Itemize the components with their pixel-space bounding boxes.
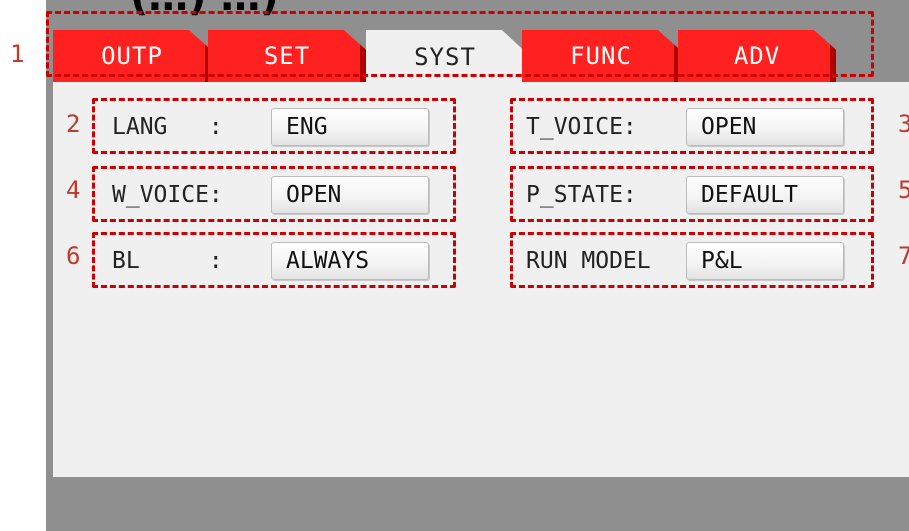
callout-number-3: 3 [898,110,909,138]
callout-box-1 [46,11,874,77]
setting-backlight: BL : [112,241,223,281]
backlight-value-button[interactable]: ALWAYS [271,242,429,280]
run-model-value-button[interactable]: P&L [686,242,844,280]
language-value-button[interactable]: ENG [271,108,429,146]
callout-number-4: 4 [66,176,81,204]
setting-label: P_STATE: [526,182,637,208]
p-state-value-button[interactable]: DEFAULT [686,176,844,214]
callout-number-6: 6 [66,242,81,270]
w-voice-value-button[interactable]: OPEN [271,176,429,214]
callout-number-5: 5 [898,176,909,204]
setting-t-voice: T_VOICE: [526,107,637,147]
setting-label: W_VOICE: [112,182,223,208]
bottom-status-bar [46,477,909,531]
callout-number-2: 2 [66,110,81,138]
callout-number-7: 7 [898,242,909,270]
setting-label: RUN MODEL [526,248,651,274]
t-voice-value-button[interactable]: OPEN [686,108,844,146]
setting-label: T_VOICE: [526,114,637,140]
callout-number-1: 1 [10,40,25,68]
setting-run-model: RUN MODEL [526,241,651,281]
setting-language: LANG : [112,107,223,147]
setting-p-state: P_STATE: [526,175,637,215]
setting-label: LANG : [112,114,223,140]
setting-label: BL : [112,248,223,274]
setting-w-voice: W_VOICE: [112,175,223,215]
